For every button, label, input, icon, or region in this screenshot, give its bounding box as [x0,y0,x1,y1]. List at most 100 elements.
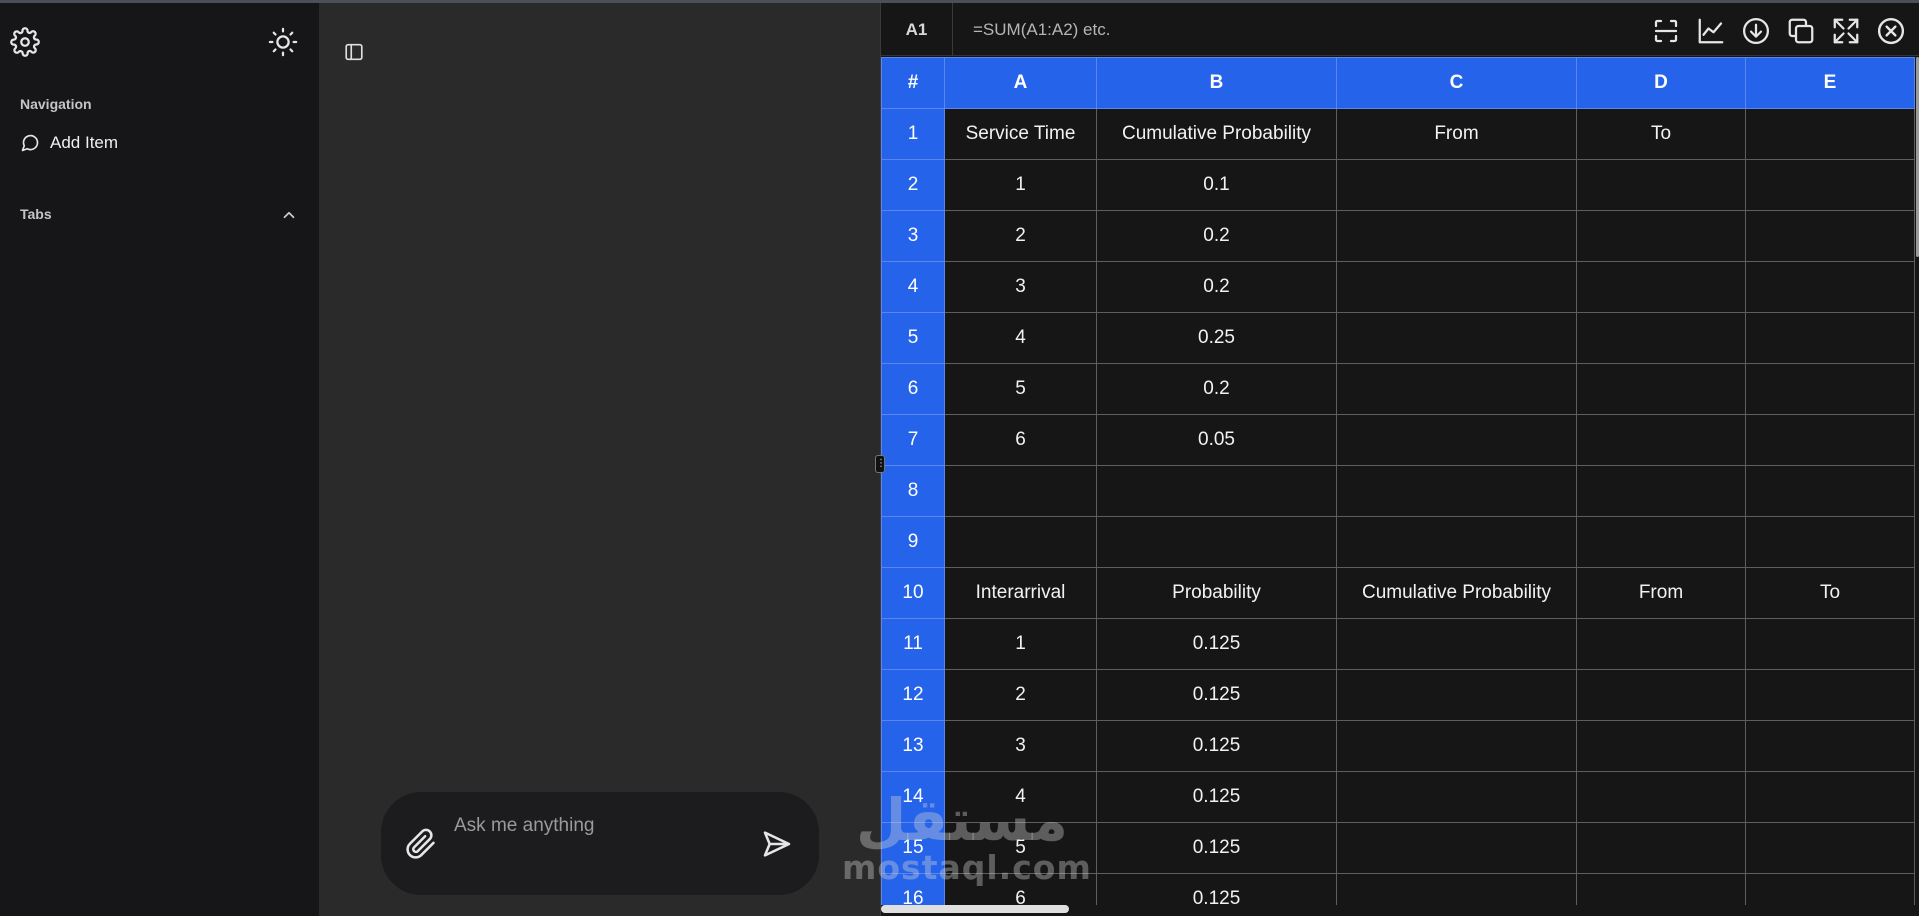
table-cell[interactable]: 1 [944,618,1097,670]
table-cell[interactable] [1745,108,1915,160]
table-cell[interactable]: 0.25 [1096,312,1337,364]
column-header[interactable]: C [1336,57,1577,109]
column-header[interactable]: A [944,57,1097,109]
table-cell[interactable]: 6 [944,414,1097,466]
table-cell[interactable]: 0.05 [1096,414,1337,466]
table-cell[interactable]: From [1336,108,1577,160]
table-cell[interactable] [1576,159,1746,211]
row-header[interactable]: 4 [881,261,945,313]
row-header[interactable]: 3 [881,210,945,262]
cell-reference[interactable]: A1 [881,3,953,56]
table-cell[interactable] [1336,669,1577,721]
table-cell[interactable] [1336,210,1577,262]
table-cell[interactable]: 2 [944,210,1097,262]
corner-cell[interactable]: # [881,57,945,109]
table-cell[interactable]: 0.125 [1096,669,1337,721]
download-icon[interactable] [1741,16,1771,46]
row-header[interactable]: 2 [881,159,945,211]
table-cell[interactable] [1096,465,1337,517]
table-cell[interactable] [1336,822,1577,874]
table-cell[interactable] [1336,363,1577,415]
chevron-up-icon[interactable] [280,206,298,224]
table-cell[interactable]: 5 [944,363,1097,415]
table-cell[interactable] [1336,159,1577,211]
scan-icon[interactable] [1651,16,1681,46]
table-cell[interactable] [1576,771,1746,823]
table-cell[interactable] [1745,363,1915,415]
table-cell[interactable]: 0.125 [1096,720,1337,772]
paperclip-icon[interactable] [405,828,437,860]
table-cell[interactable] [1576,873,1746,905]
table-cell[interactable] [1745,771,1915,823]
row-header[interactable]: 13 [881,720,945,772]
row-header[interactable]: 15 [881,822,945,874]
table-cell[interactable] [1745,873,1915,905]
table-cell[interactable] [944,465,1097,517]
table-cell[interactable] [1576,363,1746,415]
table-cell[interactable]: 0.125 [1096,873,1337,905]
formula-input[interactable] [973,17,1573,43]
table-cell[interactable] [1096,516,1337,568]
row-header[interactable]: 11 [881,618,945,670]
table-cell[interactable] [1745,261,1915,313]
table-cell[interactable] [1336,261,1577,313]
table-cell[interactable] [1745,516,1915,568]
table-cell[interactable] [1576,465,1746,517]
table-cell[interactable] [1576,720,1746,772]
row-header[interactable]: 14 [881,771,945,823]
table-cell[interactable] [1336,414,1577,466]
table-cell[interactable] [1336,312,1577,364]
table-cell[interactable] [1745,669,1915,721]
table-cell[interactable]: 0.2 [1096,363,1337,415]
table-cell[interactable]: From [1576,567,1746,619]
table-cell[interactable]: To [1576,108,1746,160]
table-cell[interactable] [1336,720,1577,772]
copy-icon[interactable] [1786,16,1816,46]
table-cell[interactable] [1745,822,1915,874]
table-cell[interactable] [1745,159,1915,211]
table-cell[interactable] [1576,261,1746,313]
table-cell[interactable] [1576,312,1746,364]
table-cell[interactable]: Service Time [944,108,1097,160]
table-cell[interactable]: Probability [1096,567,1337,619]
table-cell[interactable]: 0.125 [1096,771,1337,823]
line-chart-icon[interactable] [1696,16,1726,46]
table-cell[interactable]: 0.2 [1096,210,1337,262]
table-cell[interactable] [1576,414,1746,466]
table-cell[interactable]: 1 [944,159,1097,211]
table-cell[interactable]: 4 [944,312,1097,364]
table-cell[interactable]: To [1745,567,1915,619]
sun-icon[interactable] [268,27,298,57]
column-header[interactable]: D [1576,57,1746,109]
row-header[interactable]: 5 [881,312,945,364]
table-cell[interactable] [1336,465,1577,517]
table-cell[interactable] [1745,312,1915,364]
table-cell[interactable] [1576,618,1746,670]
horizontal-scrollbar[interactable] [881,905,1069,913]
table-cell[interactable] [1745,618,1915,670]
column-header[interactable]: E [1745,57,1915,109]
table-cell[interactable] [1336,516,1577,568]
table-cell[interactable]: 0.1 [1096,159,1337,211]
table-cell[interactable] [1336,873,1577,905]
table-cell[interactable]: 0.2 [1096,261,1337,313]
table-cell[interactable]: 6 [944,873,1097,905]
close-icon[interactable] [1876,16,1906,46]
table-cell[interactable] [1576,669,1746,721]
table-cell[interactable]: 0.125 [1096,822,1337,874]
row-header[interactable]: 8 [881,465,945,517]
table-cell[interactable] [1745,720,1915,772]
send-icon[interactable] [761,828,793,860]
row-header[interactable]: 6 [881,363,945,415]
table-cell[interactable]: Interarrival [944,567,1097,619]
row-header[interactable]: 1 [881,108,945,160]
table-cell[interactable] [1336,618,1577,670]
table-cell[interactable]: 0.125 [1096,618,1337,670]
table-cell[interactable]: 3 [944,720,1097,772]
table-cell[interactable] [944,516,1097,568]
add-item-button[interactable]: Add Item [20,133,118,153]
table-cell[interactable] [1576,210,1746,262]
table-cell[interactable] [1745,465,1915,517]
row-header[interactable]: 7 [881,414,945,466]
table-cell[interactable]: Cumulative Probability [1096,108,1337,160]
